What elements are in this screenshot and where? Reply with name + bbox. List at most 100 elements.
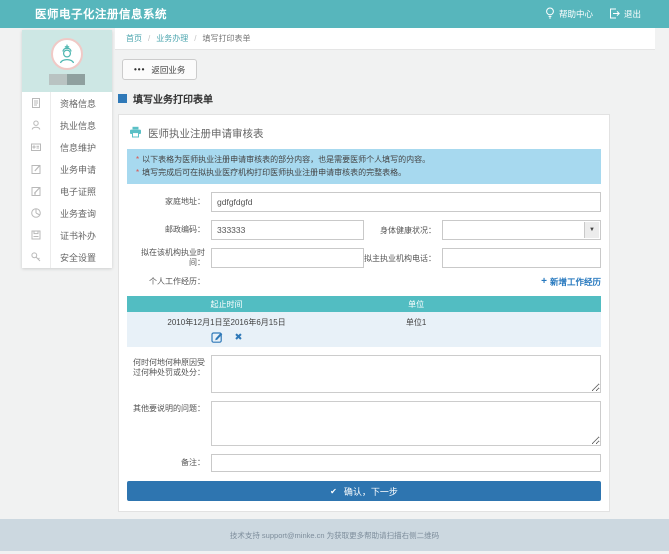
key-icon [22, 246, 50, 268]
sidebar-item-certificate-reissue[interactable]: 证书补办 [22, 224, 112, 246]
logout-link[interactable]: 退出 [609, 8, 641, 21]
punishment-textarea[interactable] [211, 355, 601, 393]
check-icon: ✔ [330, 487, 337, 496]
help-center-label: 帮助中心 [559, 8, 593, 20]
sidebar-item-e-certificate[interactable]: 电子证照 [22, 180, 112, 202]
postal-code-field[interactable] [211, 220, 364, 240]
bullet-asterisk-icon: * [136, 168, 139, 177]
sidebar: 资格信息 执业信息 信息维护 业务申请 [22, 30, 112, 268]
help-center-link[interactable]: 帮助中心 [545, 7, 593, 21]
sidebar-menu: 资格信息 执业信息 信息维护 业务申请 [22, 92, 112, 268]
help-icon [545, 7, 555, 21]
remark-label: 备注： [127, 458, 211, 468]
avatar [51, 38, 83, 70]
home-address-label: 家庭地址： [127, 197, 211, 207]
breadcrumb-home[interactable]: 首页 [126, 33, 142, 44]
other-issues-textarea[interactable] [211, 401, 601, 446]
query-icon [22, 202, 50, 224]
back-button-label: 返回业务 [151, 64, 185, 76]
sidebar-item-info-maintenance[interactable]: 信息维护 [22, 136, 112, 158]
user-name-redacted [49, 74, 85, 85]
work-period-value: 2010年12月1日至2016年6月15日 [127, 317, 326, 328]
logout-icon [609, 8, 620, 21]
page: 医师电子化注册信息系统 帮助中心 退出 [0, 0, 669, 554]
add-work-history-link[interactable]: + 新增工作经历 [541, 276, 601, 288]
sidebar-item-business-query[interactable]: 业务查询 [22, 202, 112, 224]
form-panel: 医师执业注册申请审核表 *以下表格为医师执业注册申请审核表的部分内容，也是需要医… [118, 114, 610, 512]
page-footer: 技术支持 support@minke.cn 为获取更多帮助请扫描右侧二维码 [0, 519, 669, 551]
sidebar-item-label: 证书补办 [50, 224, 112, 246]
confirm-next-button[interactable]: ✔ 确认，下一步 [127, 481, 601, 501]
section-title-text: 填写业务打印表单 [133, 91, 213, 106]
app-title: 医师电子化注册信息系统 [35, 6, 167, 22]
time-phone-row: 拟在该机构执业时间： 拟主执业机构电话： [127, 248, 601, 268]
document-icon [22, 92, 50, 114]
sidebar-item-label: 业务查询 [50, 202, 112, 224]
bullet-asterisk-icon: * [136, 155, 139, 164]
notice-line: *填写完成后可在拟执业医疗机构打印医师执业注册申请审核表的完整表格。 [136, 166, 592, 179]
back-to-business-button[interactable]: ••• 返回业务 [122, 59, 197, 80]
person-icon [22, 114, 50, 136]
id-card-icon [22, 136, 50, 158]
app-header: 医师电子化注册信息系统 帮助中心 退出 [0, 0, 669, 28]
sidebar-item-label: 安全设置 [50, 246, 112, 268]
user-panel [22, 30, 112, 92]
section-title: 填写业务打印表单 [118, 91, 655, 106]
table-header-unit: 单位 [326, 296, 506, 312]
home-address-field[interactable] [211, 192, 601, 212]
postal-health-row: 邮政编码： 身体健康状况： ▼ [127, 220, 601, 240]
punishment-label: 何时何地何种原因受过何种处罚或处分： [127, 355, 211, 378]
work-history-table: 起止时间 单位 2010年12月1日至2016年6月15日 [127, 296, 601, 347]
chevron-down-icon: ▼ [584, 222, 599, 238]
health-status-label: 身体健康状况： [364, 225, 442, 236]
sidebar-item-label: 资格信息 [50, 92, 112, 114]
footer-text: 技术支持 support@minke.cn 为获取更多帮助请扫描右侧二维码 [230, 530, 439, 541]
sidebar-item-security-settings[interactable]: 安全设置 [22, 246, 112, 268]
form-title-text: 医师执业注册申请审核表 [148, 126, 264, 141]
confirm-next-label: 确认，下一步 [344, 485, 398, 498]
logout-label: 退出 [624, 8, 641, 20]
postal-code-label: 邮政编码： [127, 225, 211, 235]
org-phone-label: 拟主执业机构电话： [364, 253, 442, 264]
table-header-period: 起止时间 [127, 296, 326, 312]
sidebar-item-label: 业务申请 [50, 158, 112, 180]
sidebar-item-practice-info[interactable]: 执业信息 [22, 114, 112, 136]
main-content: 首页 / 业务办理 / 填写打印表单 ••• 返回业务 填写业务打印表单 医师执… [115, 28, 655, 512]
other-issues-row: 其他要说明的问题： [127, 401, 601, 446]
delete-row-button[interactable]: ✖ [235, 332, 243, 343]
home-address-row: 家庭地址： [127, 192, 601, 212]
work-unit-value: 单位1 [326, 312, 506, 347]
sidebar-item-qualification-info[interactable]: 资格信息 [22, 92, 112, 114]
work-history-row: 个人工作经历： + 新增工作经历 [127, 276, 601, 288]
edit-icon [22, 158, 50, 180]
practice-time-label: 拟在该机构执业时间： [127, 248, 211, 268]
certificate-icon [22, 180, 50, 202]
sidebar-item-label: 执业信息 [50, 114, 112, 136]
practice-time-field[interactable] [211, 248, 364, 268]
ellipsis-icon: ••• [134, 65, 145, 74]
other-issues-label: 其他要说明的问题： [127, 401, 211, 414]
notice-box: *以下表格为医师执业注册申请审核表的部分内容，也是需要医师个人填写的内容。 *填… [127, 149, 601, 184]
add-work-history-label: 新增工作经历 [550, 276, 601, 288]
breadcrumb-separator: / [194, 34, 196, 43]
section-square-icon [118, 94, 127, 103]
remark-row: 备注： [127, 454, 601, 472]
table-header-empty [506, 296, 601, 312]
table-row: 2010年12月1日至2016年6月15日 ✖ 单位1 [127, 312, 601, 347]
notice-line: *以下表格为医师执业注册申请审核表的部分内容，也是需要医师个人填写的内容。 [136, 153, 592, 166]
work-history-label: 个人工作经历： [127, 277, 211, 287]
breadcrumb-business[interactable]: 业务办理 [156, 33, 188, 44]
punishment-row: 何时何地何种原因受过何种处罚或处分： [127, 355, 601, 393]
sidebar-item-business-apply[interactable]: 业务申请 [22, 158, 112, 180]
sidebar-item-label: 电子证照 [50, 180, 112, 202]
breadcrumb-current: 填写打印表单 [202, 33, 250, 44]
sidebar-item-label: 信息维护 [50, 136, 112, 158]
edit-row-button[interactable] [211, 331, 223, 343]
book-icon [22, 224, 50, 246]
plus-icon: + [541, 278, 547, 286]
remark-field[interactable] [211, 454, 601, 472]
health-status-select[interactable]: ▼ [442, 220, 601, 240]
form-title: 医师执业注册申请审核表 [127, 123, 601, 149]
org-phone-field[interactable] [442, 248, 601, 268]
breadcrumb: 首页 / 业务办理 / 填写打印表单 [115, 28, 655, 50]
